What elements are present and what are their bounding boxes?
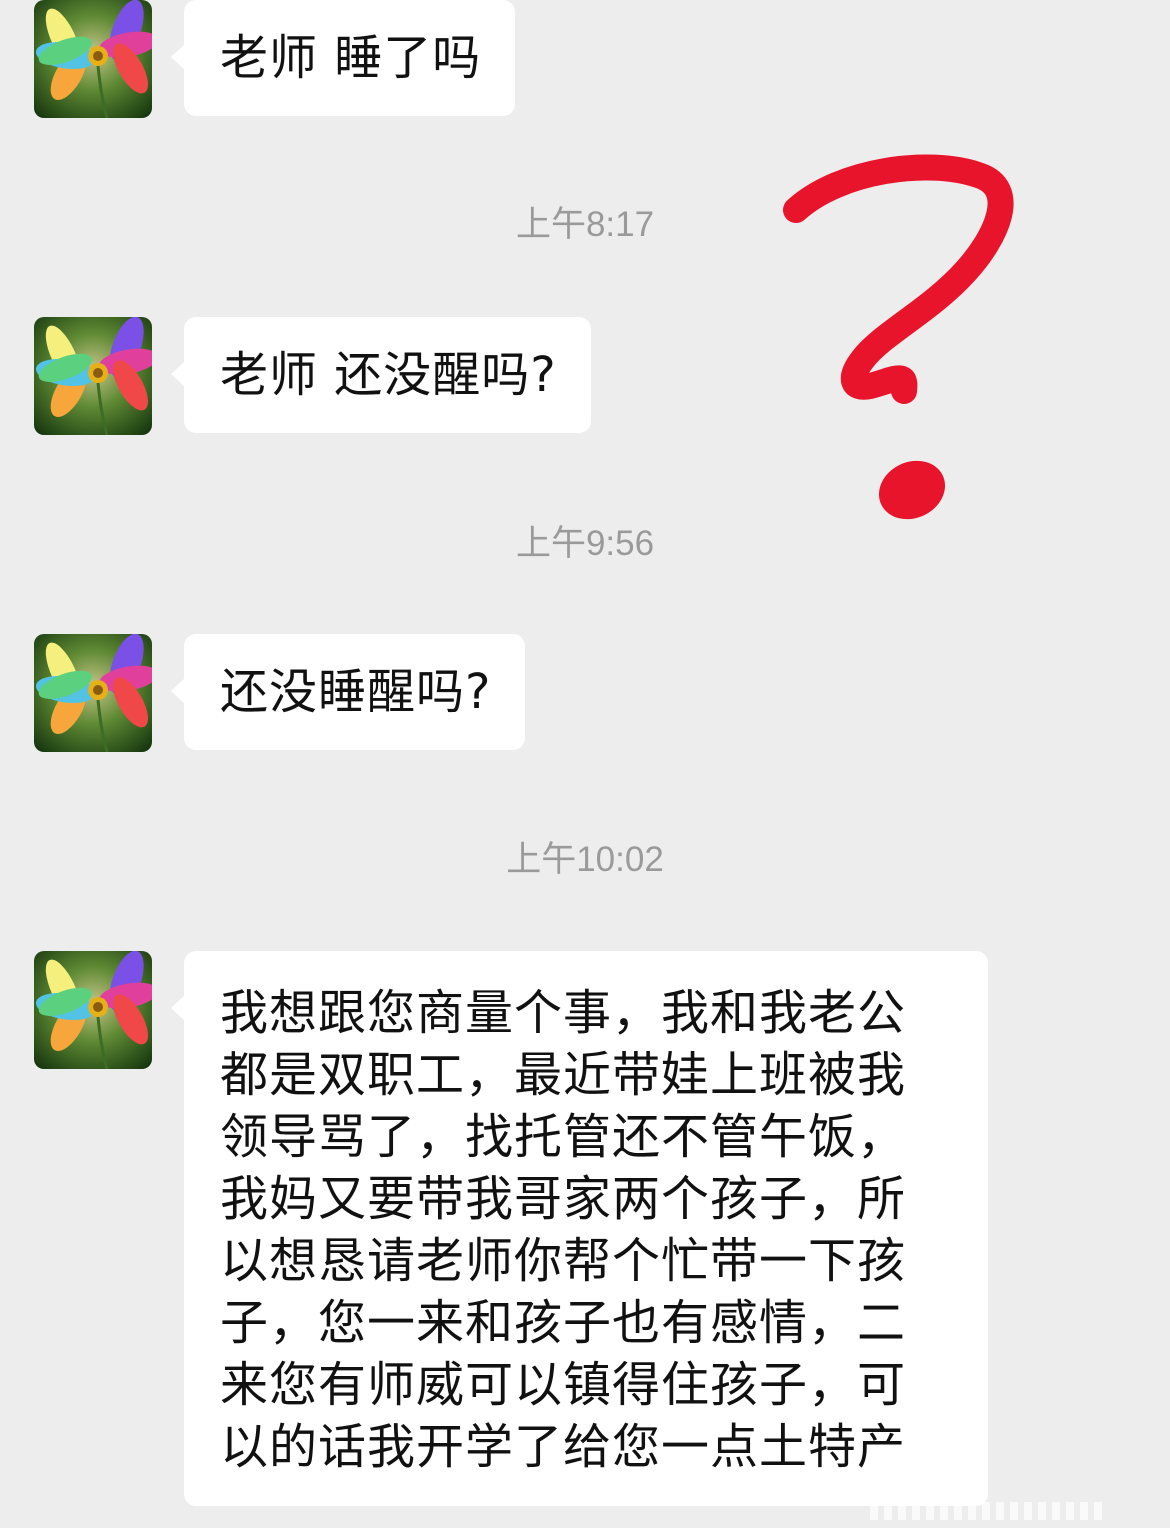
flower-avatar-icon <box>34 634 152 752</box>
flower-avatar-icon <box>34 317 152 435</box>
avatar[interactable] <box>34 951 152 1069</box>
message-bubble[interactable]: 我想跟您商量个事，我和我老公都是双职工，最近带娃上班被我领导骂了，找托管还不管午… <box>171 951 988 1506</box>
message-bubble[interactable]: 还没睡醒吗? <box>170 634 526 750</box>
avatar[interactable] <box>34 634 152 752</box>
question-mark-annotation-icon <box>783 154 1014 520</box>
chat-message-list[interactable]: 老师 睡了吗 上午8:17 老师 还没醒吗? 上午9:56 还没睡醒吗? 上午1… <box>0 0 1170 1528</box>
flower-avatar-icon <box>34 951 152 1069</box>
watermark <box>870 1502 1102 1520</box>
message-bubble[interactable]: 老师 睡了吗 <box>170 0 516 116</box>
avatar[interactable] <box>34 0 152 118</box>
flower-avatar-icon <box>34 0 152 118</box>
message-timestamp: 上午10:02 <box>506 840 664 879</box>
avatar[interactable] <box>34 317 152 435</box>
message-bubble[interactable]: 老师 还没醒吗? <box>171 317 591 433</box>
